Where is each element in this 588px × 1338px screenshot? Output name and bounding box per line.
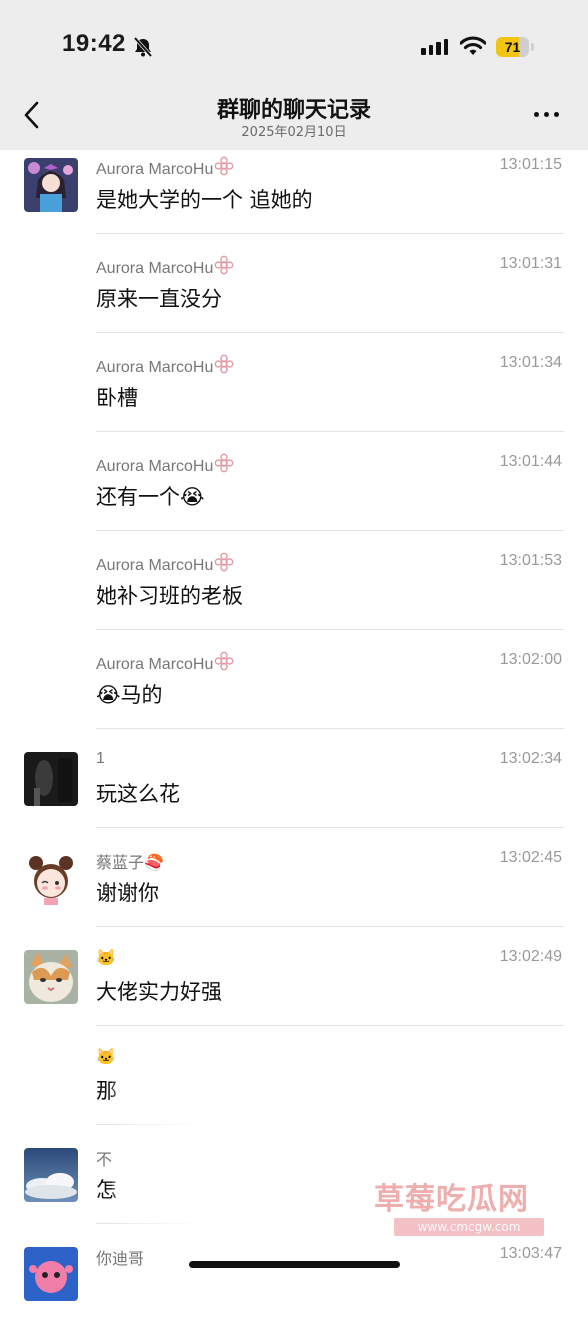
divider — [96, 1025, 564, 1026]
sender-name-text: Aurora MarcoHu — [96, 656, 214, 673]
flower-badge-icon — [214, 651, 234, 671]
sender-name-text: 不 — [96, 1152, 113, 1169]
sender-name-text: 蔡蓝子🍣 — [96, 855, 164, 872]
sender-name-text: Aurora MarcoHu — [96, 557, 214, 574]
cell-signal-icon — [421, 39, 448, 55]
message-text[interactable]: 大佬实力好强 — [96, 976, 222, 1006]
message-row[interactable]: 🐱 13:02:49 大佬实力好强 — [0, 942, 588, 1041]
more-options-icon[interactable] — [534, 112, 559, 117]
sender-name: Aurora MarcoHu — [96, 255, 234, 278]
message-row[interactable]: Aurora MarcoHu 13:01:34 卧槽 — [0, 348, 588, 447]
message-row[interactable]: Aurora MarcoHu 13:02:00 😭马的 — [0, 645, 588, 744]
message-row[interactable]: Aurora MarcoHu 13:01:44 还有一个😭 — [0, 447, 588, 546]
watermark-text: 草莓吃瓜网 — [374, 1182, 529, 1217]
divider — [96, 728, 564, 729]
flower-badge-icon — [214, 156, 234, 176]
message-time: 13:02:45 — [499, 849, 562, 866]
sender-name: 你迪哥 — [96, 1245, 144, 1269]
watermark-url: www.cmcgw.com — [394, 1218, 544, 1236]
page-title: 群聊的聊天记录 — [216, 98, 371, 123]
sender-name: 蔡蓝子🍣 — [96, 849, 164, 873]
sender-name: Aurora MarcoHu — [96, 552, 234, 575]
sender-name-text: Aurora MarcoHu — [96, 359, 214, 376]
flower-badge-icon — [214, 552, 234, 572]
avatar[interactable] — [24, 1247, 78, 1301]
message-text[interactable]: 谢谢你 — [96, 877, 159, 907]
message-time: 13:02:00 — [499, 651, 562, 668]
message-row[interactable]: Aurora MarcoHu 13:01:15 是她大学的一个 追她的 — [0, 150, 588, 249]
sender-name: Aurora MarcoHu — [96, 156, 234, 179]
avatar[interactable] — [24, 158, 78, 212]
message-time: 13:02:49 — [499, 948, 562, 965]
sender-name-text: 1 — [96, 750, 105, 767]
divider — [96, 530, 564, 531]
sender-name-text: Aurora MarcoHu — [96, 458, 214, 475]
sender-name-text: 🐱 — [96, 950, 116, 967]
sender-name-text: 你迪哥 — [96, 1251, 145, 1268]
message-time: 13:03:47 — [499, 1245, 562, 1262]
flower-badge-icon — [214, 354, 234, 374]
sender-name: 🐱 — [96, 948, 116, 968]
message-time: 13:01:31 — [499, 255, 562, 272]
message-row[interactable]: Aurora MarcoHu 13:01:31 原来一直没分 — [0, 249, 588, 348]
sender-name-text: Aurora MarcoHu — [96, 260, 214, 277]
sender-name-text: Aurora MarcoHu — [96, 161, 214, 178]
avatar[interactable] — [24, 851, 78, 905]
battery-icon: 71 — [496, 37, 534, 58]
flower-badge-icon — [214, 255, 234, 275]
sender-name: 1 — [96, 750, 105, 768]
page-date: 2025年02月10日 — [241, 125, 347, 140]
sender-name: 不 — [96, 1146, 112, 1170]
message-row[interactable]: 你迪哥 13:03:47 — [0, 1239, 588, 1338]
sender-name: Aurora MarcoHu — [96, 354, 234, 377]
divider — [96, 926, 564, 927]
wifi-icon — [460, 36, 486, 55]
message-time: 13:02:34 — [499, 750, 562, 767]
message-text[interactable]: 是她大学的一个 追她的 — [96, 184, 313, 214]
flower-badge-icon — [214, 453, 234, 473]
message-text[interactable]: 😭马的 — [96, 679, 163, 709]
battery-level: 71 — [504, 39, 521, 55]
message-time: 13:01:34 — [499, 354, 562, 371]
message-text[interactable]: 还有一个😭 — [96, 481, 205, 511]
message-time: 13:01:53 — [499, 552, 562, 569]
message-time: 13:01:44 — [499, 453, 562, 470]
home-indicator — [189, 1261, 400, 1268]
divider — [96, 431, 564, 432]
message-text[interactable]: 她补习班的老板 — [96, 580, 243, 610]
sender-name: Aurora MarcoHu — [96, 651, 234, 674]
divider — [96, 332, 564, 333]
avatar[interactable] — [24, 1148, 78, 1202]
divider — [96, 233, 564, 234]
divider — [96, 629, 564, 630]
message-row[interactable]: 1 13:02:34 玩这么花 — [0, 744, 588, 843]
status-time: 19:42 — [62, 30, 126, 57]
message-time: 13:01:15 — [499, 156, 562, 173]
avatar[interactable] — [24, 752, 78, 806]
message-row[interactable]: Aurora MarcoHu 13:01:53 她补习班的老板 — [0, 546, 588, 645]
divider — [96, 827, 564, 828]
sender-name: Aurora MarcoHu — [96, 453, 234, 476]
message-text[interactable]: 卧槽 — [96, 382, 138, 412]
message-row[interactable]: 蔡蓝子🍣 13:02:45 谢谢你 — [0, 843, 588, 942]
avatar[interactable] — [24, 950, 78, 1004]
message-text[interactable]: 玩这么花 — [96, 778, 180, 808]
bell-muted-icon — [133, 36, 153, 58]
message-text[interactable]: 原来一直没分 — [96, 283, 222, 313]
